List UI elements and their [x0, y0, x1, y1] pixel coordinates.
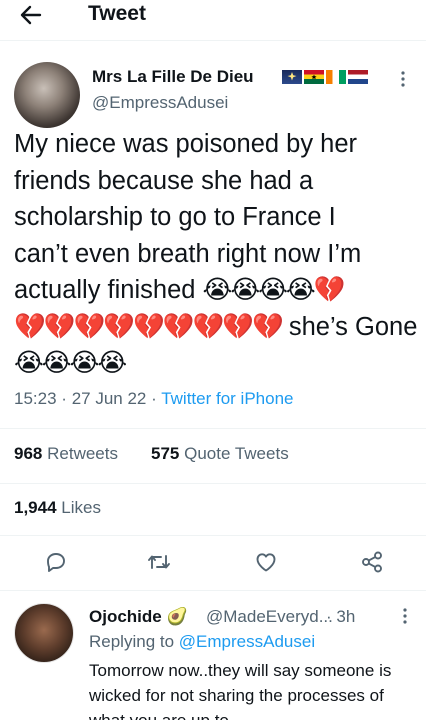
- tweet-time[interactable]: 15:23: [14, 389, 57, 408]
- ivory-coast-flag: [326, 70, 346, 84]
- reply-button[interactable]: [42, 548, 70, 576]
- more-vertical-icon: [403, 608, 407, 624]
- tweet-text-words: actually finished: [14, 276, 196, 304]
- reply-icon: [47, 553, 65, 572]
- tweet-more-button[interactable]: [394, 68, 412, 90]
- like-icon: [256, 553, 276, 572]
- author-handle[interactable]: @EmpressAdusei: [92, 93, 228, 113]
- tweet-text-words: she’s Gone: [288, 312, 418, 341]
- retweets-stat[interactable]: 968 Retweets: [14, 444, 118, 464]
- quotes-label: Quote Tweets: [184, 444, 289, 463]
- crying-emoji-group: 😭😭😭😭: [14, 349, 127, 377]
- retweets-count: 968: [14, 444, 43, 463]
- tweet-text-line: actually finished 😭😭😭😭💔: [14, 272, 419, 309]
- page-title: Tweet: [88, 2, 146, 25]
- like-button[interactable]: [252, 548, 280, 576]
- tweet-text-line: 😭😭😭😭: [14, 345, 419, 382]
- tweet-text-line: scholarship to go to France I: [14, 203, 336, 231]
- crying-emoji-group: 😭😭😭😭💔: [202, 276, 346, 304]
- tweet-text-line: can’t even breath right now I’m: [14, 239, 362, 268]
- reply-text: Tomorrow now..they will say someone is w…: [89, 661, 392, 720]
- likes-divider: [0, 535, 426, 536]
- retweets-label: Retweets: [47, 444, 118, 463]
- actions-divider: [0, 590, 426, 591]
- retweet-icon: [148, 555, 170, 569]
- netherlands-flag: [348, 70, 368, 84]
- tweet-text-line: friends because she had a: [14, 166, 314, 195]
- reply-author-name-text: Ojochide: [89, 607, 162, 626]
- replying-mention[interactable]: @EmpressAdusei: [179, 632, 315, 651]
- tweet-text-line: 💔💔💔💔💔💔💔💔💔 she’s Gone: [14, 309, 419, 346]
- share-button[interactable]: [358, 548, 386, 576]
- stats-divider: [0, 483, 426, 484]
- tweet-text-line: My niece was poisoned by her: [14, 130, 358, 158]
- meta-separator: ·: [61, 389, 67, 408]
- reply-time[interactable]: · 3h: [326, 607, 355, 627]
- replying-prefix: Replying to: [89, 632, 175, 651]
- tweet-meta: 15:23 · 27 Jun 22 · Twitter for iPhone: [14, 389, 293, 409]
- reply-author-handle[interactable]: @MadeEveryd...: [206, 607, 333, 627]
- likes-count: 1,944: [14, 498, 57, 517]
- top-bar: Tweet: [0, 0, 426, 30]
- header-divider: [0, 40, 426, 41]
- avocado-emoji: 🥑: [166, 607, 188, 626]
- meta-separator: ·: [151, 389, 157, 408]
- author-avatar[interactable]: [14, 62, 80, 128]
- arrow-left-icon: [20, 5, 42, 25]
- replying-to: Replying to @EmpressAdusei: [89, 632, 315, 652]
- back-button[interactable]: [14, 0, 48, 30]
- quote-tweets-stat[interactable]: 575 Quote Tweets: [151, 444, 289, 464]
- likes-stat[interactable]: 1,944 Likes: [14, 498, 101, 518]
- name-flags: [282, 70, 368, 84]
- sparkle-night-flag: [282, 70, 302, 84]
- reply-author-name[interactable]: Ojochide 🥑: [89, 607, 188, 627]
- more-vertical-icon: [401, 71, 405, 87]
- tweet-source[interactable]: Twitter for iPhone: [161, 389, 293, 408]
- tweet-text: My niece was poisoned by her friends bec…: [14, 126, 419, 382]
- quotes-count: 575: [151, 444, 180, 463]
- meta-divider: [0, 428, 426, 429]
- retweet-button[interactable]: [145, 548, 173, 576]
- reply-author-avatar[interactable]: [14, 603, 74, 663]
- tweet-date[interactable]: 27 Jun 22: [72, 389, 147, 408]
- reply-more-button[interactable]: [396, 605, 414, 627]
- author-name[interactable]: Mrs La Fille De Dieu: [92, 67, 254, 87]
- share-icon: [362, 551, 382, 573]
- likes-label: Likes: [61, 498, 101, 517]
- ghana-flag: [304, 70, 324, 84]
- broken-heart-emoji-group: 💔💔💔💔💔💔💔💔💔: [14, 312, 284, 341]
